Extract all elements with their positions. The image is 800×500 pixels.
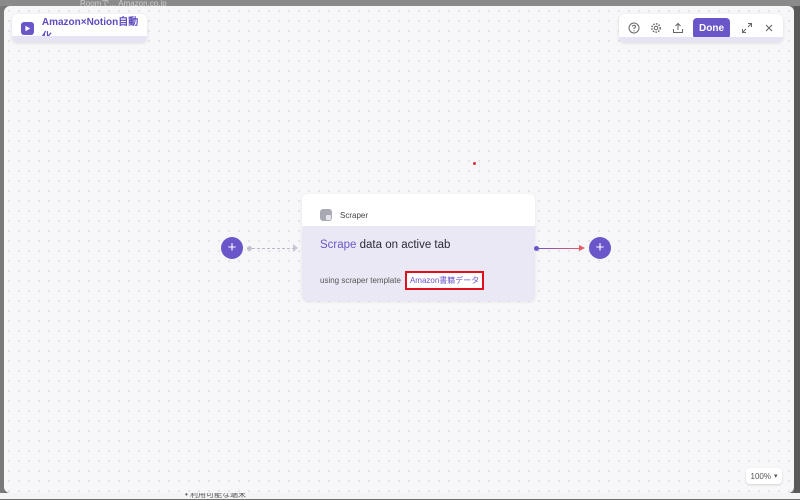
editor-toolbar: Done: [619, 14, 783, 42]
workflow-editor-canvas[interactable]: Amazon×Notion自動化 Done + Scraper Scrape d…: [4, 6, 794, 493]
zoom-level: 100%: [750, 471, 771, 481]
chevron-down-icon: ▾: [773, 473, 778, 480]
connector-left-arrow: [293, 244, 298, 252]
help-icon[interactable]: [623, 18, 645, 38]
node-subtitle-prefix: using scraper template: [320, 276, 401, 285]
scraper-icon: [320, 209, 332, 221]
scraper-step-node[interactable]: Scraper Scrape data on active tab using …: [302, 194, 535, 301]
add-step-before-button[interactable]: +: [221, 237, 243, 259]
connector-right-arrow: [579, 245, 585, 251]
close-icon[interactable]: [758, 18, 780, 38]
gear-icon[interactable]: [645, 18, 667, 38]
expand-icon[interactable]: [736, 18, 758, 38]
node-title-keyword: Scrape: [320, 239, 357, 251]
workflow-title-pill[interactable]: Amazon×Notion自動化: [12, 14, 147, 42]
background-page-bottom: [0, 493, 800, 499]
add-step-after-button[interactable]: +: [589, 237, 611, 259]
node-title: Scrape data on active tab: [320, 239, 450, 251]
done-button[interactable]: Done: [693, 17, 730, 39]
node-subtitle: using scraper template Amazon書籍データ: [320, 271, 485, 290]
connector-right-line: [536, 248, 581, 249]
node-title-rest: data on active tab: [356, 239, 451, 251]
scraper-template-link[interactable]: Amazon書籍データ: [404, 271, 485, 290]
node-header: Scraper: [302, 194, 535, 226]
background-page-right: [794, 6, 800, 493]
node-type-label: Scraper: [340, 210, 369, 220]
play-icon[interactable]: [21, 21, 34, 35]
workflow-title[interactable]: Amazon×Notion自動化: [42, 14, 147, 42]
connector-left-line: [247, 248, 295, 249]
cursor-dot: [473, 162, 476, 165]
upload-icon[interactable]: [667, 18, 689, 38]
zoom-selector[interactable]: 100% ▾: [746, 468, 782, 484]
